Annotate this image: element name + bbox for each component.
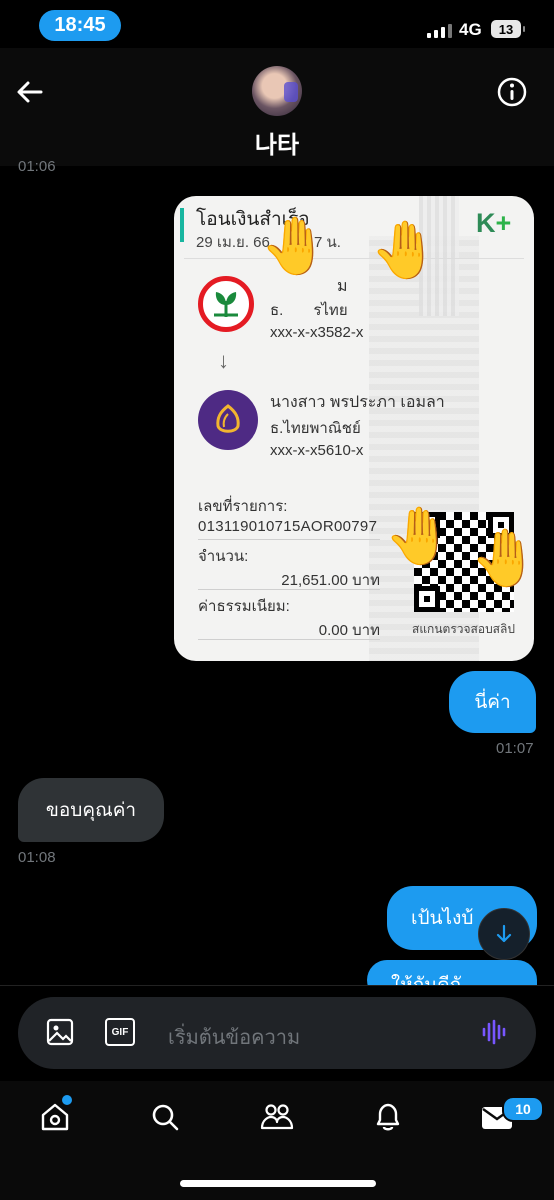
notifications-bell-icon[interactable] [369, 1098, 407, 1136]
battery-icon: 13 [491, 20, 525, 38]
search-icon[interactable] [146, 1098, 184, 1136]
sender-account: xxx-x-x3582-x [270, 324, 364, 341]
status-time[interactable]: 18:45 [39, 10, 121, 41]
notification-dot [62, 1095, 72, 1105]
slip-divider [184, 258, 524, 259]
sender-name: ม [337, 278, 348, 295]
contact-name[interactable]: 나타 [0, 125, 554, 160]
slip-accent-bar [180, 208, 184, 242]
communities-icon[interactable] [258, 1098, 296, 1136]
message-bubble-outgoing[interactable]: นี่ค่า [449, 671, 536, 733]
scroll-to-bottom-button[interactable] [478, 908, 530, 960]
sender-bank: ธ. รไทย [270, 302, 348, 319]
receiver-account: xxx-x-x5610-x [270, 442, 364, 459]
image-icon[interactable] [44, 1016, 76, 1048]
transfer-slip-image[interactable]: โอนเงินสำเร็จ 29 เม.ย. 66 7 น. K+ ม ธ. รไ… [174, 196, 534, 661]
amount-label: จำนวน: [198, 548, 249, 565]
message-bubble-incoming[interactable]: ขอบคุณค่า [18, 778, 164, 842]
home-indicator[interactable] [180, 1180, 376, 1187]
gif-icon[interactable]: GIF [104, 1017, 136, 1047]
slip-line [198, 539, 380, 540]
message-timestamp: 01:06 [18, 158, 56, 175]
kplus-logo: K+ [476, 208, 512, 238]
receiver-name: นางสาว พรประภา เอมลา [270, 394, 445, 411]
slip-line [198, 589, 380, 590]
raised-hand-icon: 🤚 [260, 214, 330, 277]
kbank-logo-icon [198, 276, 254, 332]
network-type: 4G [459, 20, 482, 39]
messages-badge: 10 [502, 1096, 544, 1122]
raised-hand-icon: 🤚 [470, 526, 534, 589]
back-arrow-icon[interactable] [14, 76, 46, 108]
scb-logo-icon [198, 390, 258, 450]
raised-hand-icon: 🤚 [370, 218, 440, 281]
info-icon[interactable] [496, 76, 528, 108]
signal-icon [427, 22, 452, 38]
message-timestamp: 01:08 [18, 849, 56, 866]
gif-label: GIF [105, 1018, 135, 1046]
ref-value: 013119010715AOR00797 [198, 518, 378, 535]
voice-message-icon[interactable] [478, 1016, 512, 1048]
qr-caption: สแกนตรวจสอบสลิป [412, 622, 515, 636]
message-input[interactable]: เริ่มต้นข้อความ [168, 1021, 300, 1053]
receiver-bank: ธ.ไทยพาณิชย์ [270, 420, 361, 437]
slip-line [198, 639, 380, 640]
raised-hand-icon: 🤚 [384, 504, 454, 567]
arrow-down-icon [496, 924, 512, 943]
down-arrow-icon: ↓ [218, 348, 229, 373]
avatar[interactable] [252, 66, 302, 116]
ref-label: เลขที่รายการ: [198, 498, 288, 515]
fee-label: ค่าธรรมเนียม: [198, 598, 290, 615]
message-timestamp: 01:07 [496, 740, 534, 757]
